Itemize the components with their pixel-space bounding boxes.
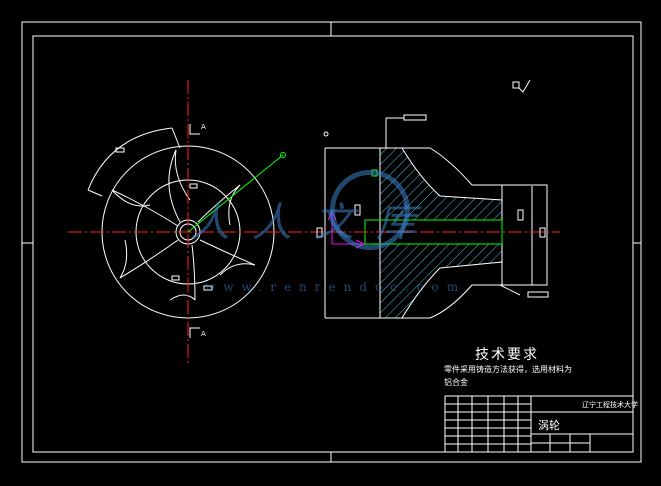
tech-req-line2: 铝合金	[444, 378, 468, 387]
title-block-part-name: 涡轮	[538, 419, 560, 432]
surface-roughness-symbol	[512, 79, 531, 93]
dim-tag-bottom	[527, 291, 549, 298]
section-marker-top	[189, 124, 200, 135]
watermark-logo-text: 人人文库	[190, 200, 438, 246]
tech-req-title: 技术要求	[475, 347, 539, 363]
title-block-school: 辽宁工程技术大学	[582, 401, 638, 409]
dim-tag-top	[403, 114, 427, 121]
section-marker-bottom	[189, 327, 200, 338]
tech-req-line1: 零件采用铸造方法获得，选用材料为	[444, 365, 572, 374]
section-mark-top: A	[201, 123, 206, 131]
section-mark-bottom: A	[201, 330, 206, 338]
watermark-url: www.renrendoc.com	[205, 280, 467, 294]
